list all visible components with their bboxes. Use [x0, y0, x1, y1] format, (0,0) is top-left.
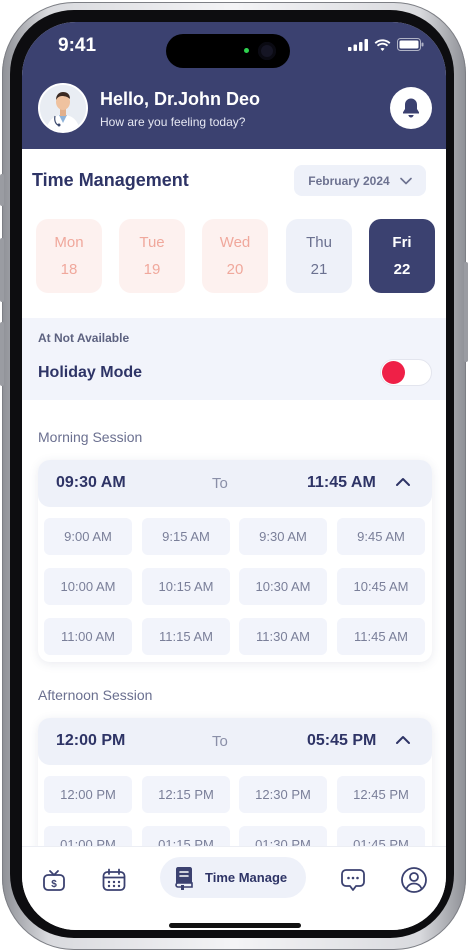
- session-to-label: To: [212, 475, 228, 492]
- bell-icon: [403, 98, 419, 118]
- day-card-mon[interactable]: Mon 18: [36, 219, 102, 293]
- afternoon-session-header[interactable]: 12:00 PM To 05:45 PM: [38, 718, 432, 765]
- day-date: 18: [60, 261, 78, 278]
- time-slot[interactable]: 10:00 AM: [44, 568, 132, 605]
- time-slot[interactable]: 11:00 AM: [44, 618, 132, 655]
- day-name: Tue: [139, 234, 165, 251]
- day-date: 19: [143, 261, 161, 278]
- signal-icon: [348, 38, 368, 51]
- session-start-time: 09:30 AM: [56, 474, 126, 491]
- nav-time-manage[interactable]: Time Manage: [160, 857, 306, 898]
- chevron-up-icon[interactable]: [395, 474, 411, 490]
- day-name: Wed: [219, 234, 251, 251]
- nav-chat[interactable]: [339, 866, 367, 894]
- doctor-avatar-icon: [40, 85, 86, 131]
- day-name: Thu: [306, 234, 332, 251]
- action-button: [0, 174, 4, 206]
- profile-icon: [401, 867, 427, 893]
- day-name: Mon: [54, 234, 84, 251]
- time-slot[interactable]: 11:15 AM: [142, 618, 230, 655]
- day-date: 21: [310, 261, 328, 278]
- holiday-mode-toggle[interactable]: [380, 359, 432, 386]
- chevron-up-icon[interactable]: [395, 732, 411, 748]
- status-time: 9:41: [58, 35, 97, 56]
- wifi-icon: [374, 38, 391, 51]
- status-icons: [348, 38, 424, 51]
- svg-text:$: $: [51, 879, 57, 890]
- morning-session-header[interactable]: 09:30 AM To 11:45 AM: [38, 460, 432, 507]
- day-name: Fri: [392, 234, 412, 251]
- time-slot[interactable]: 9:30 AM: [239, 518, 327, 555]
- nav-profile[interactable]: [400, 866, 428, 894]
- month-label: February 2024: [308, 173, 390, 188]
- time-slot[interactable]: 10:30 AM: [239, 568, 327, 605]
- morning-session-label: Morning Session: [38, 429, 143, 445]
- time-slot[interactable]: 9:45 AM: [337, 518, 425, 555]
- home-indicator[interactable]: [169, 923, 301, 928]
- session-to-label: To: [212, 733, 228, 750]
- bottom-navigation: $ Time Manage: [22, 846, 446, 930]
- holiday-mode-label: Holiday Mode: [38, 364, 143, 381]
- holiday-mode-section: At Not Available Holiday Mode: [22, 318, 446, 400]
- session-end-time: 05:45 PM: [307, 732, 377, 749]
- calendar-icon: [102, 868, 126, 891]
- battery-icon: [397, 38, 424, 51]
- power-button: [464, 262, 468, 362]
- chat-icon: [341, 869, 365, 891]
- privacy-dot: [244, 48, 249, 53]
- time-slot[interactable]: 12:00 PM: [44, 776, 132, 813]
- toggle-knob: [382, 361, 405, 384]
- time-slot[interactable]: 10:45 AM: [337, 568, 425, 605]
- greeting-subtitle: How are you feeling today?: [100, 115, 246, 129]
- day-card-fri[interactable]: Fri 22: [369, 219, 435, 293]
- morning-session-card: 09:30 AM To 11:45 AM 9:00 AM 9:15 AM 9:3…: [38, 460, 432, 662]
- time-slot[interactable]: 12:15 PM: [142, 776, 230, 813]
- day-date: 22: [393, 261, 411, 278]
- nav-calendar[interactable]: [100, 866, 128, 894]
- page-title: Time Management: [32, 170, 189, 190]
- avatar[interactable]: [38, 83, 88, 133]
- greeting-text: Hello, Dr.John Deo: [100, 89, 261, 109]
- time-slot[interactable]: 10:15 AM: [142, 568, 230, 605]
- schedule-icon: [175, 866, 193, 890]
- holiday-caption: At Not Available: [38, 331, 130, 345]
- nav-active-label: Time Manage: [205, 870, 288, 885]
- dynamic-island: [166, 34, 290, 68]
- month-selector[interactable]: February 2024: [294, 165, 426, 196]
- chevron-down-icon: [399, 177, 412, 184]
- nav-wallet[interactable]: $: [40, 866, 68, 894]
- time-slot[interactable]: 11:30 AM: [239, 618, 327, 655]
- time-slot[interactable]: 12:30 PM: [239, 776, 327, 813]
- wallet-icon: $: [43, 870, 65, 891]
- day-card-thu[interactable]: Thu 21: [286, 219, 352, 293]
- app-screen: 9:41 Hello, Dr.John Deo How are you feel…: [22, 22, 446, 930]
- camera-icon: [258, 42, 276, 60]
- time-slot[interactable]: 11:45 AM: [337, 618, 425, 655]
- volume-up-button: [0, 238, 4, 302]
- afternoon-session-label: Afternoon Session: [38, 687, 153, 703]
- session-end-time: 11:45 AM: [307, 474, 376, 491]
- time-slot[interactable]: 9:15 AM: [142, 518, 230, 555]
- time-slot[interactable]: 9:00 AM: [44, 518, 132, 555]
- notification-button[interactable]: [390, 87, 432, 129]
- day-date: 20: [226, 261, 244, 278]
- app-header: 9:41 Hello, Dr.John Deo How are you feel…: [22, 22, 446, 149]
- session-start-time: 12:00 PM: [56, 732, 126, 749]
- day-card-tue[interactable]: Tue 19: [119, 219, 185, 293]
- volume-down-button: [0, 322, 4, 386]
- day-card-wed[interactable]: Wed 20: [202, 219, 268, 293]
- time-slot[interactable]: 12:45 PM: [337, 776, 425, 813]
